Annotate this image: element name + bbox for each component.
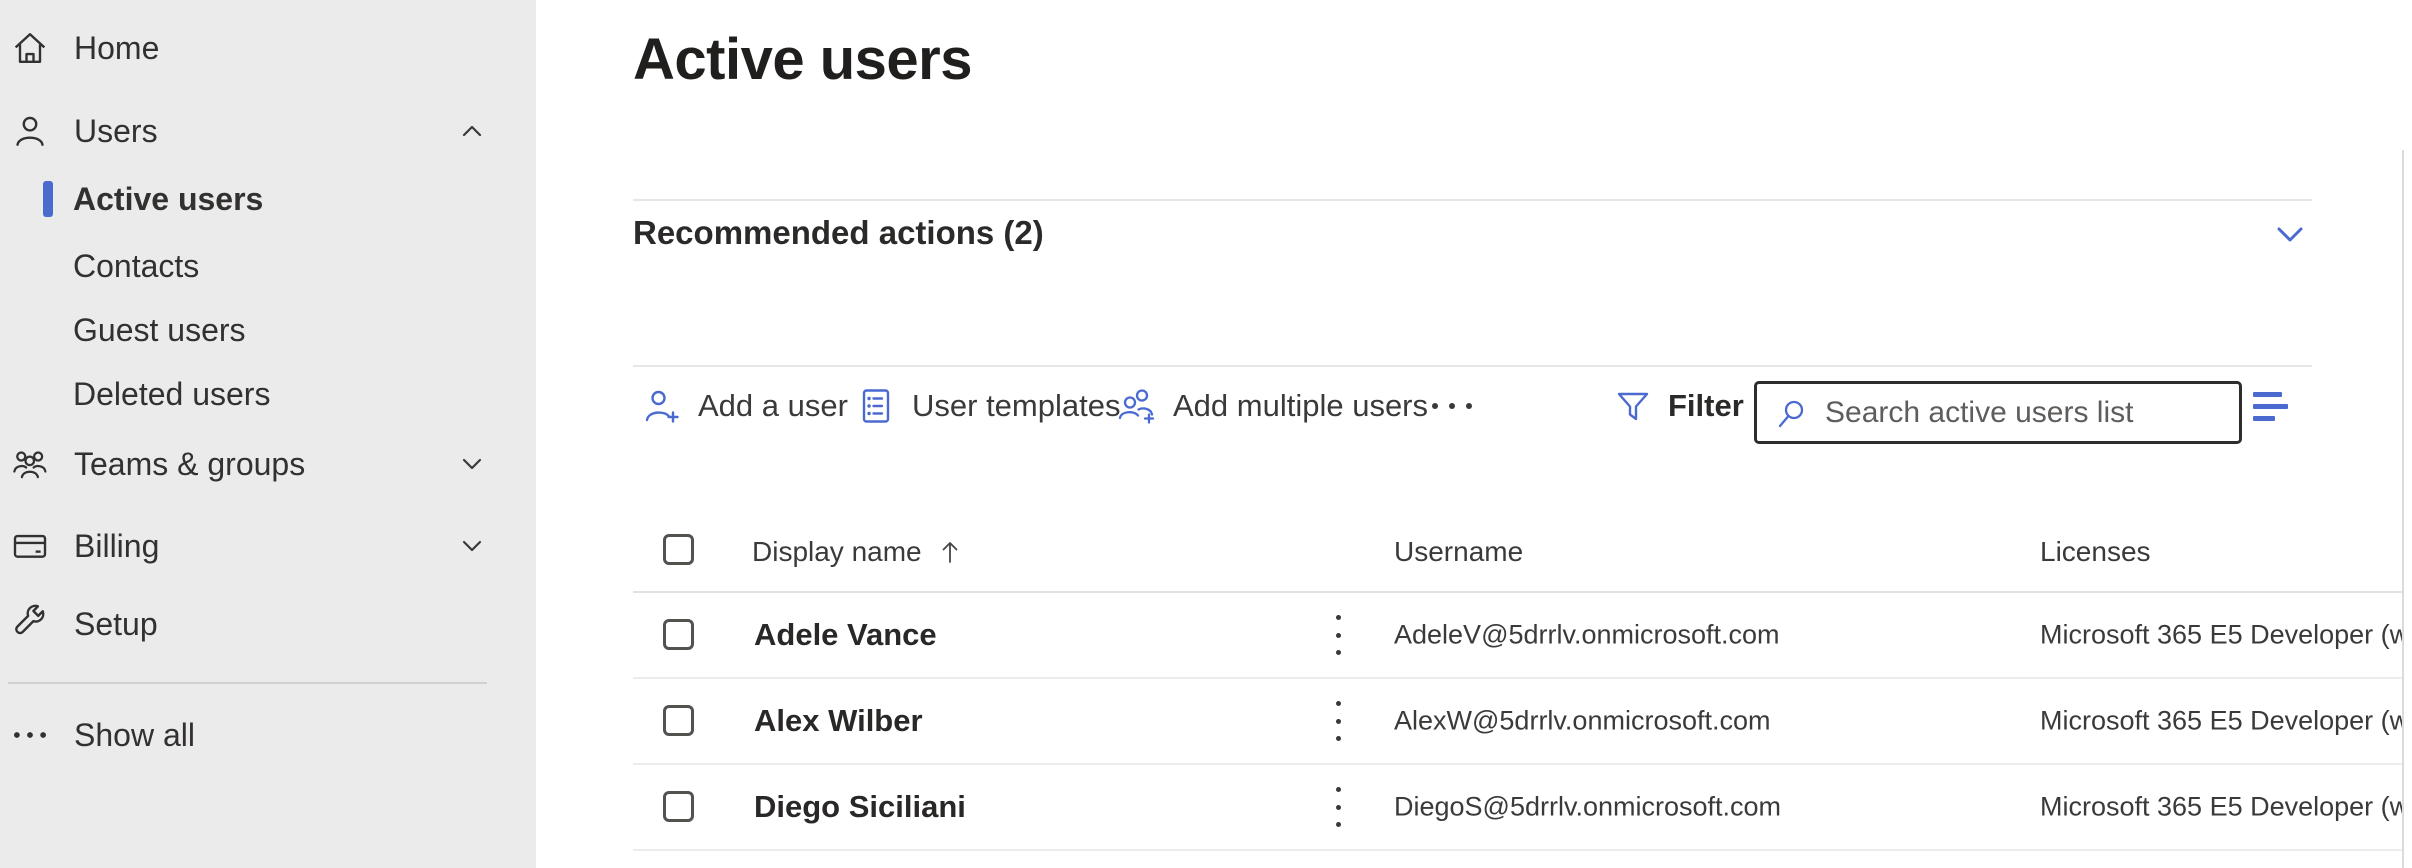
section-divider [633,199,2312,201]
sidebar-item-label: Guest users [73,312,246,349]
row-checkbox[interactable] [663,705,694,736]
row-checkbox[interactable] [663,619,694,650]
sidebar-item-label: Users [74,113,158,150]
sidebar-item-deleted-users[interactable]: Deleted users [0,366,536,422]
page-title: Active users [633,26,972,93]
search-input[interactable] [1825,396,2223,430]
sidebar-item-setup[interactable]: Setup [0,596,536,652]
username-cell: AlexW@5drrlv.onmicrosoft.com [1394,706,1770,737]
sidebar-item-label: Show all [74,717,195,754]
filter-funnel-icon [1613,386,1653,426]
setup-icon [10,604,50,644]
table-row[interactable]: Adele Vance AdeleV@5drrlv.onmicrosoft.co… [633,592,2404,678]
billing-icon [10,526,50,566]
row-more-actions-kebab-icon[interactable] [1323,783,1353,831]
person-add-icon [641,385,683,427]
scrollbar-track-edge [2402,150,2404,868]
sidebar-item-teams-groups[interactable]: Teams & groups [0,436,536,492]
licenses-cell: Microsoft 365 E5 Developer (withou [2040,792,2404,823]
sidebar-item-billing[interactable]: Billing [0,518,536,574]
select-all-checkbox[interactable] [663,534,694,565]
column-header-username[interactable]: Username [1394,536,1523,568]
section-divider [633,365,2312,367]
add-multiple-users-button[interactable]: Add multiple users [1116,380,1428,432]
display-name-cell[interactable]: Adele Vance [754,617,937,653]
selected-indicator [43,181,53,217]
sidebar-item-label: Teams & groups [74,446,305,483]
table-row[interactable]: Diego Siciliani DiegoS@5drrlv.onmicrosof… [633,764,2404,850]
sidebar-item-label: Home [74,30,159,67]
recommended-actions-section[interactable]: Recommended actions (2) [633,205,2312,265]
show-all-ellipsis-icon [10,715,50,755]
sidebar-item-active-users[interactable]: Active users [0,171,536,227]
sidebar-item-show-all[interactable]: Show all [0,707,536,763]
sidebar: Home Users Active users Contacts Guest u… [0,0,536,868]
sidebar-item-users[interactable]: Users [0,103,536,159]
table-header: Display name Username Licenses [633,508,2404,592]
template-list-icon [855,385,897,427]
sort-ascending-arrow-icon [936,538,964,566]
chevron-down-icon[interactable] [2270,215,2310,255]
sidebar-item-label: Deleted users [73,376,270,413]
user-templates-label: User templates [912,388,1120,424]
sidebar-item-label: Active users [73,181,263,218]
row-checkbox[interactable] [663,791,694,822]
more-actions-button[interactable] [1428,380,1476,432]
search-box [1754,381,2242,444]
username-cell: AdeleV@5drrlv.onmicrosoft.com [1394,620,1780,651]
licenses-cell: Microsoft 365 E5 Developer (withou [2040,620,2404,651]
column-header-licenses[interactable]: Licenses [2040,536,2151,568]
add-multiple-users-label: Add multiple users [1173,388,1428,424]
licenses-cell: Microsoft 365 E5 Developer (withou [2040,706,2404,737]
chevron-up-icon [456,115,488,147]
people-add-icon [1116,385,1158,427]
column-header-display-name[interactable]: Display name [752,536,964,568]
row-more-actions-kebab-icon[interactable] [1323,697,1353,745]
sidebar-item-label: Setup [74,606,158,643]
sidebar-item-label: Billing [74,528,159,565]
filter-button[interactable]: Filter [1613,380,1744,432]
chevron-down-icon [456,530,488,562]
sidebar-divider [8,682,487,684]
sidebar-item-contacts[interactable]: Contacts [0,238,536,294]
filter-label: Filter [1668,388,1744,424]
username-cell: DiegoS@5drrlv.onmicrosoft.com [1394,792,1781,823]
teams-groups-icon [10,444,50,484]
display-name-cell[interactable]: Alex Wilber [754,703,923,739]
add-a-user-label: Add a user [698,388,848,424]
display-name-cell[interactable]: Diego Siciliani [754,789,966,825]
sidebar-item-home[interactable]: Home [0,20,536,76]
row-more-actions-kebab-icon[interactable] [1323,611,1353,659]
recommended-actions-title: Recommended actions (2) [633,214,1044,252]
sidebar-item-label: Contacts [73,248,199,285]
table-row[interactable]: Alex Wilber AlexW@5drrlv.onmicrosoft.com… [633,678,2404,764]
sort-lines-icon[interactable] [2253,392,2293,426]
users-icon [10,111,50,151]
ellipsis-icon [1432,403,1472,409]
home-icon [10,28,50,68]
sidebar-item-guest-users[interactable]: Guest users [0,302,536,358]
chevron-down-icon [456,448,488,480]
add-a-user-button[interactable]: Add a user [641,380,848,432]
user-templates-button[interactable]: User templates [855,380,1120,432]
search-icon [1775,396,1809,430]
row-divider [633,849,2404,851]
